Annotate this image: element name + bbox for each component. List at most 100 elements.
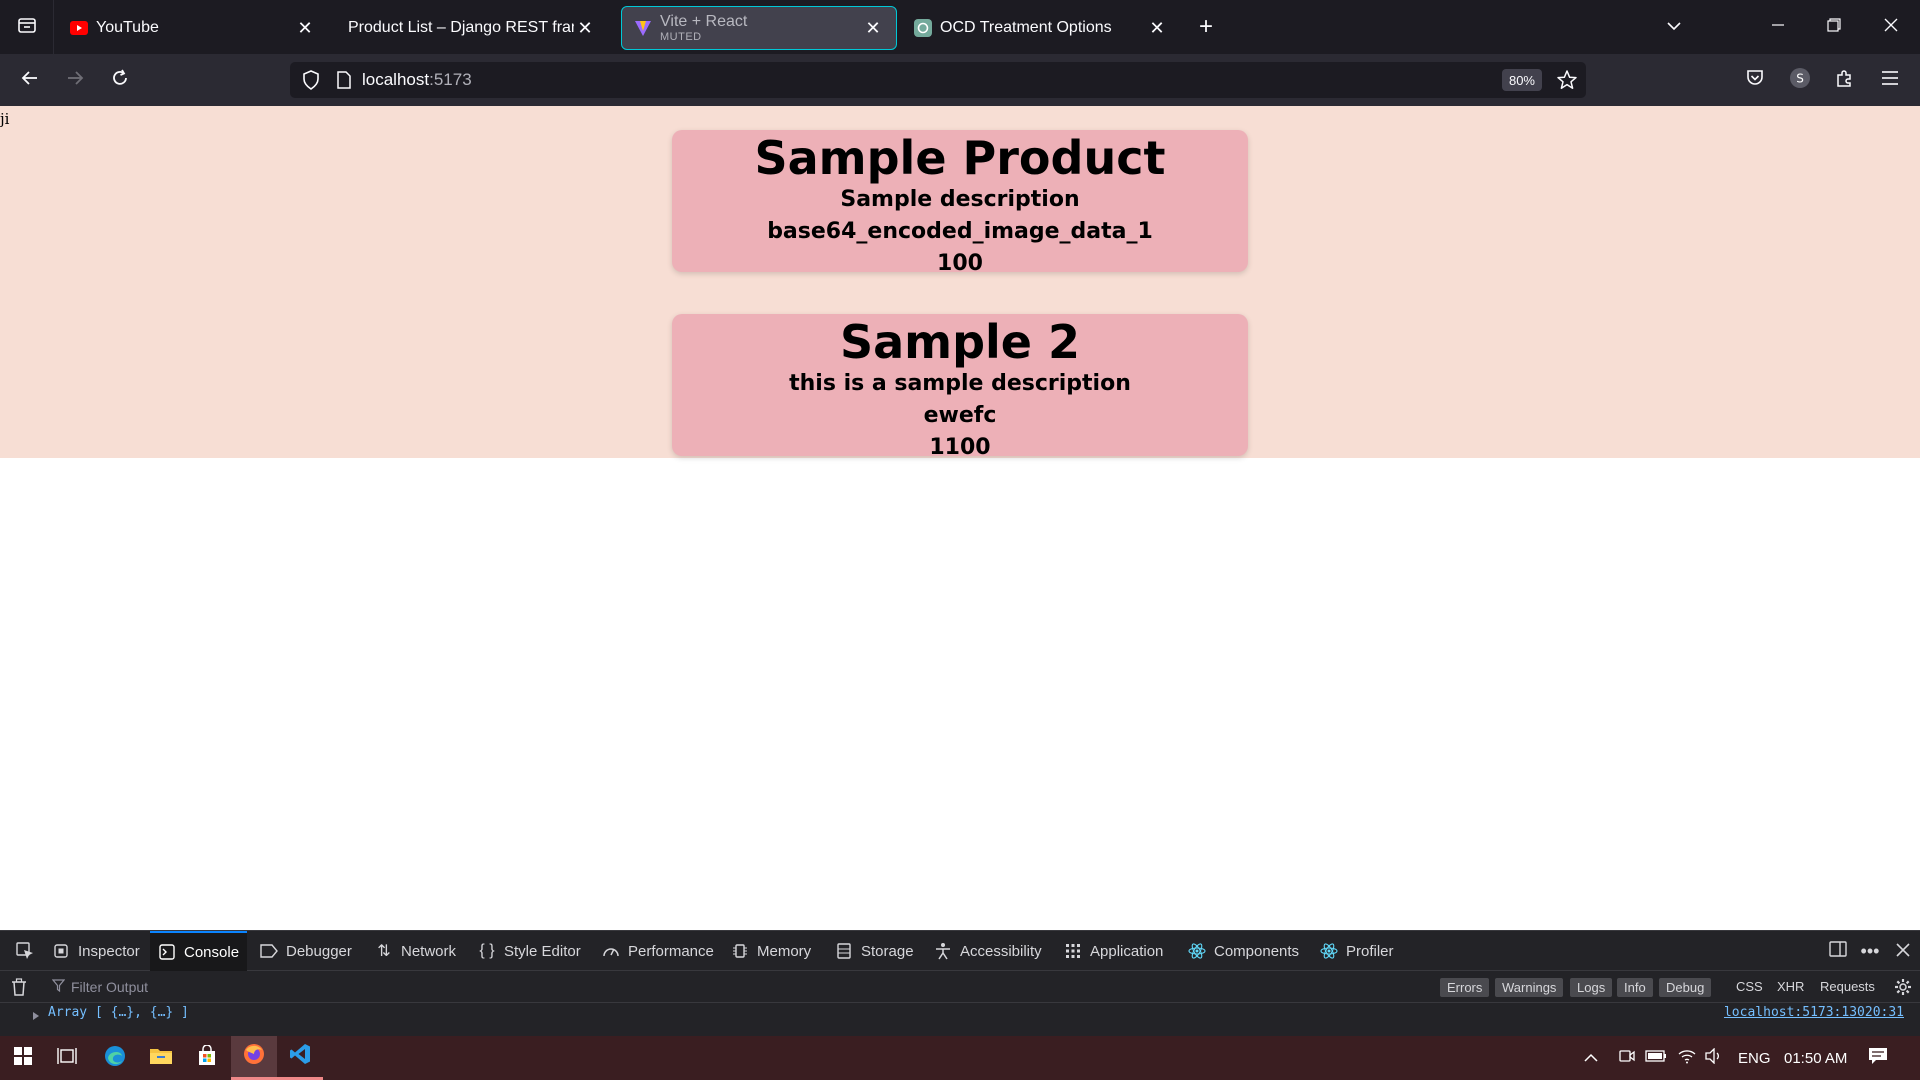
shield-icon[interactable]	[298, 70, 324, 90]
react-icon	[1188, 942, 1206, 960]
filter-info-button[interactable]: Info	[1617, 978, 1653, 997]
storage-icon	[835, 942, 853, 960]
taskbar-vscode[interactable]	[277, 1036, 323, 1080]
tab-accessibility[interactable]: Accessibility	[926, 931, 1050, 971]
extensions-button[interactable]	[1827, 62, 1863, 98]
page-icon[interactable]	[334, 71, 354, 89]
product-card: Sample Product Sample description base64…	[672, 130, 1248, 276]
tab-console[interactable]: Console	[150, 931, 248, 971]
filter-output-input[interactable]: Filter Output	[51, 977, 552, 997]
filter-debug-button[interactable]: Debug	[1659, 978, 1712, 997]
close-tab-icon[interactable]: ✕	[574, 17, 596, 39]
vite-icon	[634, 19, 652, 37]
close-tab-icon[interactable]: ✕	[294, 17, 316, 39]
close-devtools-button[interactable]	[1890, 939, 1916, 963]
forward-button[interactable]	[57, 62, 93, 98]
zoom-reset-button[interactable]: 80%	[1501, 69, 1542, 91]
element-picker-button[interactable]	[8, 931, 42, 971]
tab-label: Profiler	[1346, 942, 1394, 960]
tab-memory[interactable]: Memory	[723, 931, 819, 971]
tab-label: Console	[184, 943, 240, 961]
filter-requests-button[interactable]: Requests	[1820, 979, 1875, 994]
console-settings-button[interactable]	[1894, 978, 1912, 1001]
tab-profiler[interactable]: Profiler	[1312, 931, 1402, 971]
tray-volume[interactable]	[1705, 1036, 1723, 1080]
console-icon	[158, 943, 176, 961]
tab-debugger[interactable]: Debugger	[252, 931, 360, 971]
task-view-button[interactable]	[44, 1036, 90, 1080]
tray-device-icon[interactable]	[1618, 1036, 1636, 1080]
filter-funnel-icon	[51, 979, 66, 995]
devtools-panel: Inspector Console Debugger ⇅ Network { }…	[0, 930, 1920, 1036]
close-tab-icon[interactable]: ✕	[1146, 17, 1168, 39]
devtools-options-button[interactable]: •••	[1857, 939, 1883, 963]
dock-side-button[interactable]	[1825, 939, 1851, 963]
taskbar-store[interactable]	[184, 1036, 230, 1080]
plus-icon: +	[1198, 13, 1213, 40]
expand-triangle-icon[interactable]	[32, 1008, 40, 1026]
tray-battery[interactable]	[1645, 1036, 1667, 1080]
close-window-button[interactable]	[1873, 10, 1909, 44]
minimize-button[interactable]	[1760, 10, 1796, 44]
tab-inspector[interactable]: Inspector	[44, 931, 148, 971]
new-tab-button[interactable]: +	[1192, 13, 1220, 41]
tray-clock[interactable]: 01:50 AM	[1784, 1036, 1847, 1080]
filter-css-button[interactable]: CSS	[1736, 979, 1763, 994]
restore-icon	[1827, 17, 1841, 37]
product-card: Sample 2 this is a sample description ew…	[672, 314, 1248, 460]
list-all-tabs-button[interactable]	[0, 0, 54, 54]
tab-storage[interactable]: Storage	[827, 931, 922, 971]
filter-errors-button[interactable]: Errors	[1440, 978, 1490, 997]
tab-style-editor[interactable]: { } Style Editor	[470, 931, 589, 971]
debugger-icon	[260, 942, 278, 960]
tab-ocd-treatment[interactable]: OCD Treatment Options ✕	[902, 6, 1180, 50]
menu-button[interactable]	[1872, 62, 1908, 98]
filter-logs-button[interactable]: Logs	[1570, 978, 1613, 997]
taskbar-firefox[interactable]	[231, 1036, 277, 1080]
start-button[interactable]	[0, 1036, 46, 1080]
firefox-icon	[242, 1042, 266, 1071]
svg-text:S: S	[1796, 71, 1804, 85]
action-center-button[interactable]	[1868, 1036, 1888, 1080]
close-tab-icon[interactable]: ✕	[862, 17, 884, 39]
bookmark-star-icon[interactable]	[1556, 69, 1578, 96]
taskbar-file-explorer[interactable]	[138, 1036, 184, 1080]
log-message: Array [ {…}, {…} ]	[48, 1005, 189, 1020]
account-button[interactable]: S	[1782, 62, 1818, 98]
tray-language[interactable]: ENG	[1738, 1036, 1771, 1080]
tab-product-list[interactable]: Product List – Django REST framew ✕	[334, 6, 608, 50]
tab-network[interactable]: ⇅ Network	[367, 931, 464, 971]
tab-youtube[interactable]: YouTube ✕	[58, 6, 328, 50]
restore-button[interactable]	[1816, 10, 1852, 44]
tray-overflow-button[interactable]	[1583, 1036, 1599, 1080]
tab-label: Inspector	[78, 942, 140, 960]
address-bar[interactable]: localhost:5173 80%	[290, 62, 1586, 98]
tab-title: Vite + React	[660, 13, 748, 30]
windows-logo-icon	[13, 1046, 33, 1071]
tray-wifi[interactable]	[1678, 1036, 1696, 1080]
grid-icon	[1064, 942, 1082, 960]
tab-components[interactable]: Components	[1180, 931, 1307, 971]
clear-console-button[interactable]	[11, 978, 27, 1001]
tab-vite-react[interactable]: Vite + React MUTED ✕	[621, 6, 897, 50]
puzzle-icon	[1835, 68, 1855, 93]
log-source-link[interactable]: localhost:5173:13020:31	[1724, 1005, 1904, 1020]
pocket-button[interactable]	[1737, 62, 1773, 98]
inspector-icon	[52, 942, 70, 960]
console-log-row[interactable]: Array [ {…}, {…} ] localhost:5173:13020:…	[0, 1003, 1920, 1025]
pocket-icon	[1745, 68, 1765, 93]
filter-xhr-button[interactable]: XHR	[1777, 979, 1804, 994]
gauge-icon	[602, 942, 620, 960]
windows-taskbar: ENG 01:50 AM	[0, 1036, 1920, 1080]
tab-application[interactable]: Application	[1056, 931, 1171, 971]
taskbar-edge[interactable]	[92, 1036, 138, 1080]
tab-performance[interactable]: Performance	[594, 931, 722, 971]
reload-button[interactable]	[102, 62, 138, 98]
filter-warnings-button[interactable]: Warnings	[1495, 978, 1564, 997]
url-text[interactable]: localhost:5173	[362, 70, 472, 90]
tab-label: Accessibility	[960, 942, 1042, 960]
memory-chip-icon	[731, 942, 749, 960]
back-button[interactable]	[12, 62, 48, 98]
chevron-up-icon	[1583, 1050, 1599, 1067]
tab-overflow-button[interactable]	[1656, 10, 1692, 44]
